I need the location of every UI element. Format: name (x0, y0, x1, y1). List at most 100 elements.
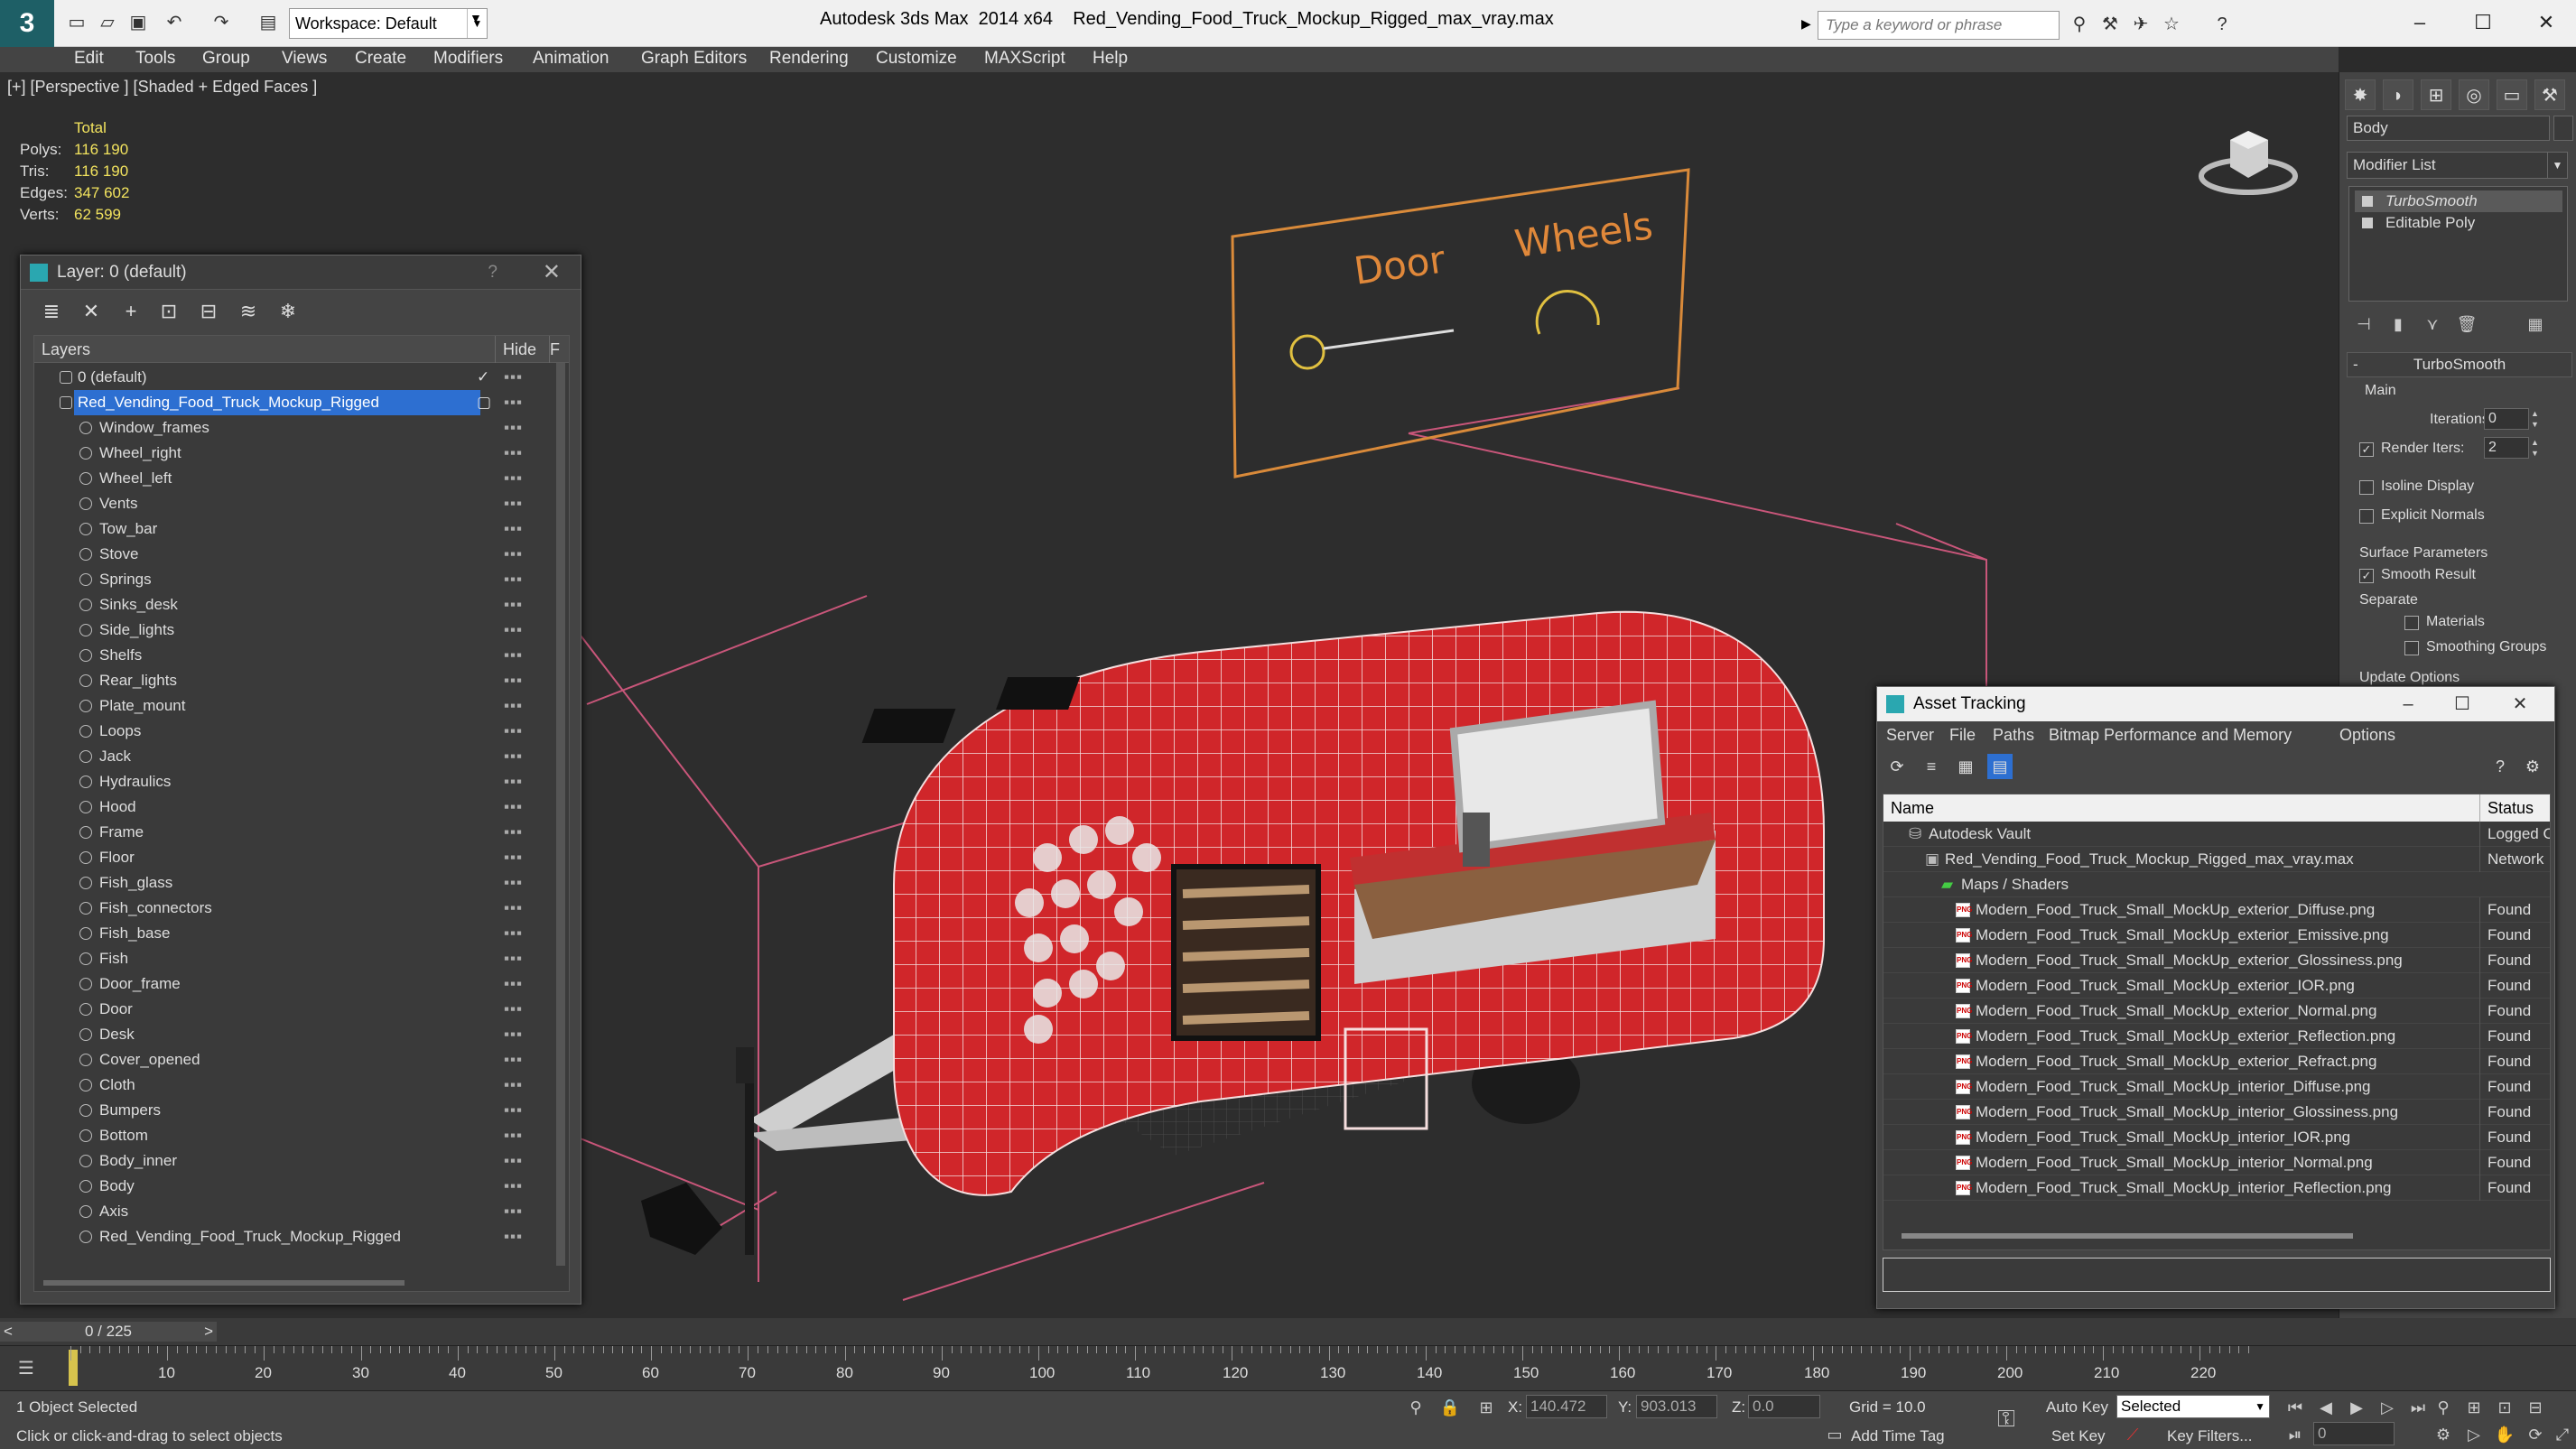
open-file-icon[interactable]: ▱ (96, 11, 119, 34)
next-frame-icon[interactable]: ▷ (2376, 1397, 2398, 1418)
hide-toggle[interactable]: ▪▪▪ (504, 643, 523, 668)
lock-selection-icon[interactable]: 🔒 (1439, 1397, 1461, 1418)
help-icon[interactable]: ? (2488, 754, 2513, 779)
project-folder-icon[interactable]: ▤ (256, 11, 280, 34)
close-window-button[interactable]: ✕ (2528, 7, 2564, 38)
column-layers[interactable]: Layers (42, 336, 90, 363)
pan-view-icon[interactable]: ✋ (2494, 1424, 2516, 1445)
hide-toggle[interactable]: ▪▪▪ (504, 618, 523, 643)
favorites-star-icon[interactable]: ☆ (2160, 13, 2183, 36)
layer-object-row[interactable]: Plate_mount ▪▪▪ (34, 693, 540, 719)
layer-object-row[interactable]: Door_frame ▪▪▪ (34, 971, 540, 997)
modifier-stack[interactable]: TurboSmooth Editable Poly (2348, 186, 2568, 302)
layer-object-row[interactable]: Bottom ▪▪▪ (34, 1123, 540, 1148)
stack-item-editable-poly[interactable]: Editable Poly (2355, 212, 2562, 234)
track-bar[interactable]: ☰ 10 20 30 40 50 60 70 80 90 100 110 120 130 140 150 16… (0, 1345, 2576, 1390)
menu-group[interactable]: Group (202, 49, 250, 69)
table-row[interactable]: PNG Modern_Food_Truck_Small_MockUp_exteri… (1883, 1024, 2550, 1049)
layer-object-row[interactable]: Stove ▪▪▪ (34, 542, 540, 567)
zoom-icon[interactable]: ⚲ (2432, 1397, 2454, 1418)
table-row-scene-file[interactable]: ▣ Red_Vending_Food_Truck_Mockup_Rigged_m… (1883, 847, 2550, 872)
menu-options[interactable]: Options (2339, 721, 2395, 748)
app-logo-icon[interactable]: 3 (0, 0, 54, 47)
hide-all-icon[interactable]: ≋ (236, 299, 261, 324)
viewcube-icon[interactable] (2194, 113, 2302, 203)
make-unique-icon[interactable]: ⋎ (2421, 312, 2444, 336)
hide-toggle[interactable]: ▪▪▪ (504, 997, 523, 1022)
table-row[interactable]: PNG Modern_Food_Truck_Small_MockUp_interi… (1883, 1074, 2550, 1100)
materials-checkbox[interactable] (2404, 616, 2419, 630)
layer-object-row[interactable]: Floor ▪▪▪ (34, 845, 540, 870)
hide-toggle[interactable]: ▪▪▪ (504, 870, 523, 896)
menu-maxscript[interactable]: MAXScript (984, 49, 1065, 69)
menu-bitmap-performance[interactable]: Bitmap Performance and Memory (2049, 721, 2292, 748)
previous-frame-icon[interactable]: ◀ (2315, 1397, 2337, 1418)
layer-object-row[interactable]: Wheel_left ▪▪▪ (34, 466, 540, 491)
freeze-all-icon[interactable]: ❄ (275, 299, 301, 324)
add-time-tag[interactable]: Add Time Tag (1851, 1427, 1945, 1445)
redo-icon[interactable]: ↷ (209, 11, 233, 34)
menu-server[interactable]: Server (1886, 721, 1934, 748)
layer-object-row[interactable]: Fish ▪▪▪ (34, 946, 540, 971)
layer-active-box[interactable]: ▢ (477, 390, 491, 415)
z-coordinate-field[interactable]: 0.0 (1748, 1395, 1820, 1418)
thumbnail-view-icon[interactable]: ▦ (1953, 754, 1978, 779)
settings-icon[interactable]: ⚙ (2520, 754, 2545, 779)
time-tag-icon[interactable]: ▭ (1824, 1424, 1846, 1445)
hide-toggle[interactable]: ▪▪▪ (504, 946, 523, 971)
hide-toggle[interactable]: ▪▪▪ (504, 769, 523, 794)
pin-stack-icon[interactable]: ⊣ (2352, 312, 2376, 336)
workspace-menu-arrow-icon[interactable]: ▼ (470, 11, 482, 25)
go-to-end-icon[interactable]: ⏭ (2407, 1397, 2429, 1418)
key-mode-dropdown[interactable]: Selected ▼ (2116, 1395, 2270, 1418)
save-file-icon[interactable]: ▣ (126, 11, 150, 34)
utilities-tab-icon[interactable]: ⚒ (2534, 79, 2565, 110)
workspace-dropdown[interactable]: Workspace: Default ▼ (289, 8, 488, 39)
hide-toggle[interactable]: ▪▪▪ (504, 415, 523, 441)
layer-object-row[interactable]: Jack ▪▪▪ (34, 744, 540, 769)
layer-object-row[interactable]: Red_Vending_Food_Truck_Mockup_Rigged ▪▪▪ (34, 1224, 540, 1249)
layer-object-row[interactable]: Rear_lights ▪▪▪ (34, 668, 540, 693)
layer-object-row[interactable]: Desk ▪▪▪ (34, 1022, 540, 1047)
set-key-button[interactable]: Set Key (2051, 1427, 2106, 1445)
menu-edit[interactable]: Edit (74, 49, 104, 69)
subscription-icon[interactable]: ⚒ (2098, 13, 2122, 36)
menu-paths[interactable]: Paths (1993, 721, 2034, 748)
hide-toggle[interactable]: ▪▪▪ (504, 491, 523, 516)
key-filters-button[interactable]: Key Filters... (2167, 1427, 2252, 1445)
table-row[interactable]: PNG Modern_Food_Truck_Small_MockUp_interi… (1883, 1125, 2550, 1150)
set-key-icon[interactable]: ⟋ (2122, 1424, 2144, 1445)
table-row[interactable]: PNG Modern_Food_Truck_Small_MockUp_exteri… (1883, 897, 2550, 923)
menu-graph-editors[interactable]: Graph Editors (641, 49, 747, 69)
iterations-spinner[interactable]: 0 (2484, 408, 2529, 430)
layer-row-default[interactable]: 0 (default) ✓ ▪▪▪ (34, 365, 540, 390)
stack-item-turbosmooth[interactable]: TurboSmooth (2355, 190, 2562, 212)
door-slider-handle[interactable] (1289, 334, 1325, 370)
table-view-icon[interactable]: ▤ (1987, 754, 2013, 779)
hide-toggle[interactable]: ▪▪▪ (504, 820, 523, 845)
turbosmooth-rollout-header[interactable]: - TurboSmooth (2347, 352, 2572, 377)
help-icon[interactable]: ? (2210, 13, 2234, 36)
smoothing-groups-checkbox[interactable] (2404, 641, 2419, 655)
next-frame-button[interactable]: > (204, 1322, 213, 1342)
display-tab-icon[interactable]: ▭ (2497, 79, 2527, 110)
hide-toggle[interactable]: ▪▪▪ (504, 542, 523, 567)
maximize-button[interactable]: ☐ (2444, 687, 2480, 721)
binoculars-icon[interactable]: ⚲ (2068, 13, 2091, 36)
isolate-selection-icon[interactable]: ⚲ (1405, 1397, 1427, 1418)
wheels-rotate-handle[interactable] (1535, 289, 1600, 335)
layer-object-row[interactable]: Hydraulics ▪▪▪ (34, 769, 540, 794)
current-frame-field[interactable]: 0 (2313, 1422, 2395, 1445)
maximize-viewport-icon[interactable]: ⤢ (2552, 1424, 2573, 1445)
select-in-layer-icon[interactable]: ⊡ (156, 299, 181, 324)
layer-object-row[interactable]: Fish_glass ▪▪▪ (34, 870, 540, 896)
close-icon[interactable]: ✕ (2502, 687, 2538, 721)
menu-modifiers[interactable]: Modifiers (433, 49, 503, 69)
menu-tools[interactable]: Tools (135, 49, 175, 69)
add-to-layer-icon[interactable]: + (118, 299, 144, 324)
layer-object-row[interactable]: Springs ▪▪▪ (34, 567, 540, 592)
asset-tracking-titlebar[interactable]: Asset Tracking – ☐ ✕ (1877, 687, 2554, 721)
hide-toggle[interactable]: ▪▪▪ (504, 567, 523, 592)
new-file-icon[interactable]: ▭ (65, 11, 88, 34)
hide-toggle[interactable]: ▪▪▪ (504, 592, 523, 618)
